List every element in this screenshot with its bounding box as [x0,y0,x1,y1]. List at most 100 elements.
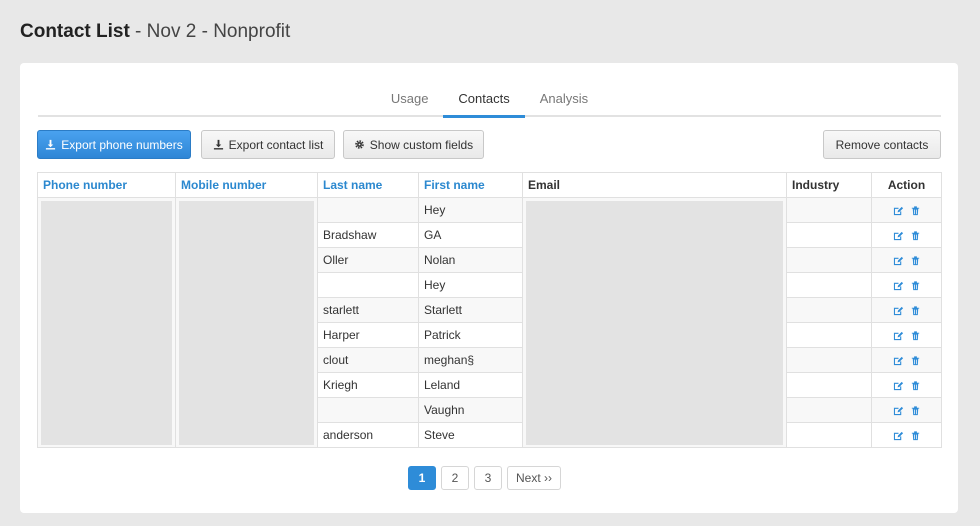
industry-cell [786,247,872,273]
first-name-cell: Patrick [418,322,523,348]
trash-icon[interactable] [910,405,921,416]
trash-icon[interactable] [910,305,921,316]
edit-icon[interactable] [893,280,904,291]
header-email: Email [522,172,787,198]
action-cell [871,247,942,273]
header-mobile-number[interactable]: Mobile number [175,172,318,198]
industry-cell [786,372,872,398]
last-name-cell: clout [317,347,419,373]
trash-icon[interactable] [910,430,921,441]
first-name-cell: Nolan [418,247,523,273]
edit-icon[interactable] [893,405,904,416]
export-phone-numbers-button[interactable]: Export phone numbers [37,130,191,159]
last-name-cell: Bradshaw [317,222,419,248]
contact-list-card: Usage Contacts Analysis Export phone num… [20,63,958,513]
edit-icon[interactable] [893,205,904,216]
download-icon [46,139,56,150]
page-subtitle: Nov 2 - Nonprofit [146,21,291,42]
edit-icon[interactable] [893,255,904,266]
page-3-button[interactable]: 3 [474,466,502,490]
first-name-cell: Leland [418,372,523,398]
edit-icon[interactable] [893,380,904,391]
edit-icon[interactable] [893,430,904,441]
header-last-name[interactable]: Last name [317,172,419,198]
email-cell [522,197,787,448]
action-cell [871,347,942,373]
trash-icon[interactable] [910,205,921,216]
action-cell [871,272,942,298]
last-name-cell [317,272,419,298]
remove-contacts-button[interactable]: Remove contacts [823,130,941,159]
action-cell [871,422,942,448]
action-cell [871,197,942,223]
redacted-block [179,201,314,445]
trash-icon[interactable] [910,355,921,366]
action-cell [871,322,942,348]
show-custom-fields-button[interactable]: Show custom fields [343,130,484,159]
export-phone-numbers-label: Export phone numbers [61,137,183,152]
action-cell [871,222,942,248]
header-action: Action [871,172,942,198]
page-1-button[interactable]: 1 [408,466,436,490]
first-name-cell: Hey [418,197,523,223]
first-name-cell: GA [418,222,523,248]
table-row: Hey [37,197,942,448]
last-name-cell: Kriegh [317,372,419,398]
industry-cell [786,297,872,323]
tab-bar: Usage Contacts Analysis [38,83,941,118]
remove-contacts-label: Remove contacts [835,137,929,152]
industry-cell [786,422,872,448]
tab-contacts[interactable]: Contacts [443,83,525,118]
pagination: 1 2 3 Next ›› [408,466,561,490]
edit-icon[interactable] [893,355,904,366]
industry-cell [786,272,872,298]
export-contact-list-label: Export contact list [228,137,324,152]
page-title-separator: - [129,21,147,42]
trash-icon[interactable] [910,280,921,291]
header-first-name[interactable]: First name [418,172,523,198]
industry-cell [786,397,872,423]
mobile-number-cell [175,197,318,448]
tab-usage[interactable]: Usage [376,83,444,117]
edit-icon[interactable] [893,230,904,241]
last-name-cell: Oller [317,247,419,273]
redacted-block [526,201,783,445]
page-title: Contact List - Nov 2 - Nonprofit [20,21,290,43]
toolbar: Export phone numbers Export contact list… [37,130,941,160]
trash-icon[interactable] [910,330,921,341]
industry-cell [786,322,872,348]
industry-cell [786,347,872,373]
first-name-cell: Vaughn [418,397,523,423]
phone-number-cell [37,197,176,448]
show-custom-fields-label: Show custom fields [369,137,474,152]
last-name-cell: Harper [317,322,419,348]
download-icon [213,139,223,150]
first-name-cell: meghan§ [418,347,523,373]
trash-icon[interactable] [910,255,921,266]
edit-icon[interactable] [893,305,904,316]
header-phone-number[interactable]: Phone number [37,172,176,198]
gear-icon [354,140,364,149]
last-name-cell: anderson [317,422,419,448]
trash-icon[interactable] [910,230,921,241]
last-name-cell [317,197,419,223]
first-name-cell: Hey [418,272,523,298]
first-name-cell: Steve [418,422,523,448]
edit-icon[interactable] [893,330,904,341]
industry-cell [786,197,872,223]
action-cell [871,372,942,398]
table-header-row: Phone number Mobile number Last name Fir… [37,172,942,198]
action-cell [871,297,942,323]
redacted-block [41,201,172,445]
page-2-button[interactable]: 2 [441,466,469,490]
page-title-main: Contact List [20,21,130,42]
next-page-button[interactable]: Next ›› [507,466,561,490]
industry-cell [786,222,872,248]
first-name-cell: Starlett [418,297,523,323]
action-cell [871,397,942,423]
last-name-cell [317,397,419,423]
trash-icon[interactable] [910,380,921,391]
contacts-table: Phone number Mobile number Last name Fir… [37,172,942,448]
export-contact-list-button[interactable]: Export contact list [201,130,335,159]
tab-analysis[interactable]: Analysis [525,83,603,117]
